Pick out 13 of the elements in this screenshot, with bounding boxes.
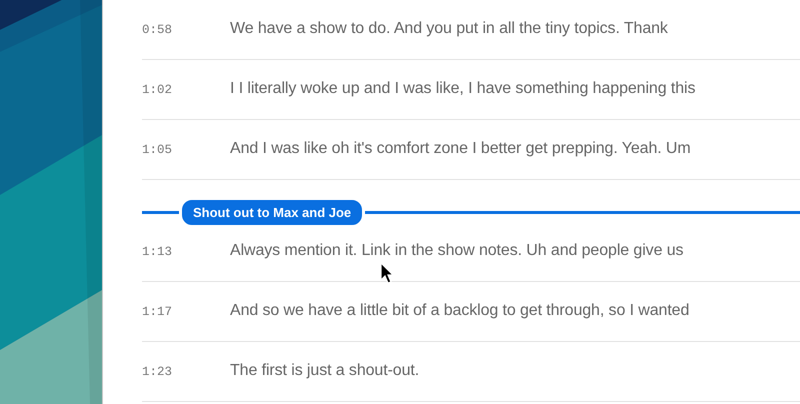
timestamp: 1:13 (142, 244, 174, 259)
cursor-icon (380, 262, 394, 284)
transcript-line: Always mention it. Link in the show notes. Uh and people give us (230, 242, 684, 260)
timestamp: 1:23 (142, 364, 174, 379)
timestamp: 1:02 (142, 82, 174, 97)
transcript-line: We have a show to do. And you put in all the tiny topics. Thank (230, 20, 668, 38)
transcript-line: I I literally woke up and I was like, I have something happening this (230, 80, 696, 98)
transcript-line: And I was like oh it's comfort zone I better get prepping. Yeah. Um (230, 140, 691, 158)
transcript-line: And so we have a little bit of a backlog to get through, so I wanted (230, 302, 690, 320)
timestamp: 1:05 (142, 142, 174, 157)
timestamp: 1:17 (142, 304, 174, 319)
timestamp: 0:58 (142, 22, 174, 37)
transcript-line: The first is just a shout-out. (230, 362, 420, 380)
